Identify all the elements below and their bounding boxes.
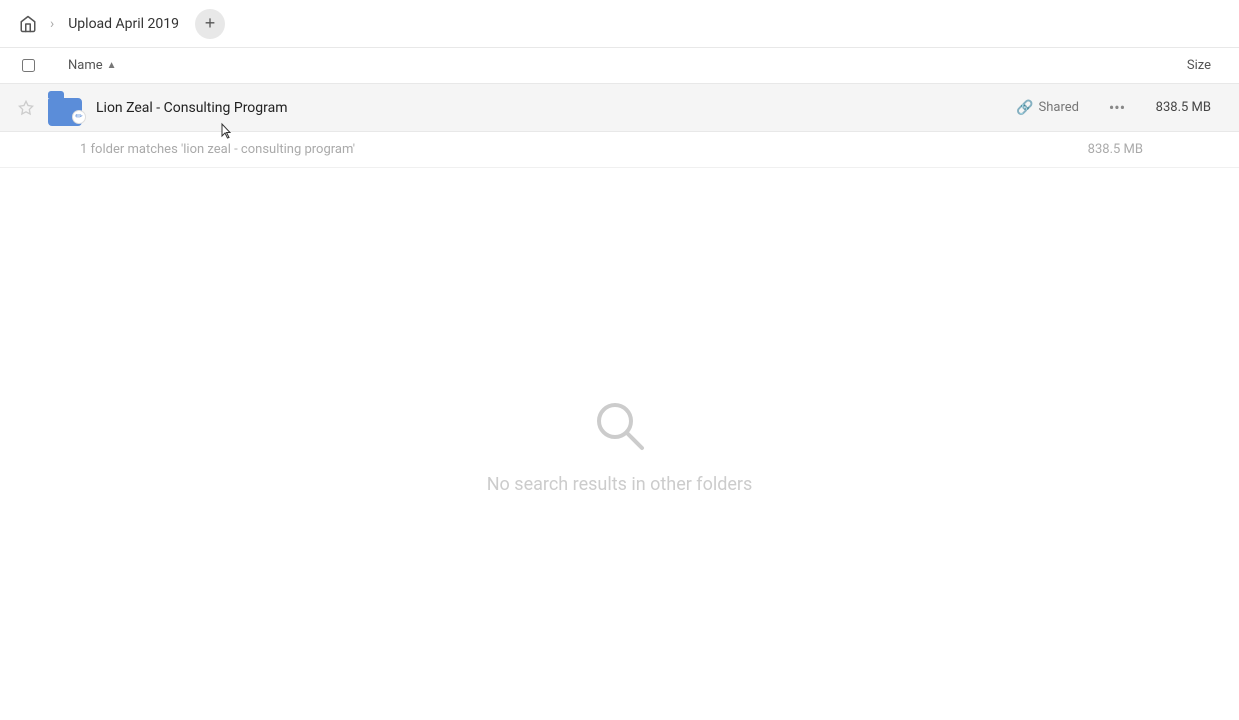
folder-icon: ✏ bbox=[48, 90, 84, 126]
size-column-header: Size bbox=[1127, 58, 1227, 73]
match-info-row: 1 folder matches 'lion zeal - consulting… bbox=[0, 132, 1239, 168]
sort-arrow-icon: ▲ bbox=[107, 60, 117, 71]
shared-badge: 🔗 Shared bbox=[1016, 100, 1079, 116]
home-button[interactable] bbox=[12, 8, 44, 40]
header-checkbox-cell bbox=[12, 59, 44, 72]
add-tab-button[interactable]: + bbox=[195, 9, 225, 39]
name-label: Name bbox=[68, 58, 103, 73]
star-button[interactable] bbox=[12, 94, 40, 122]
select-all-checkbox[interactable] bbox=[22, 59, 35, 72]
ellipsis-icon: ••• bbox=[1109, 98, 1125, 117]
match-size: 838.5 MB bbox=[1088, 142, 1159, 157]
breadcrumb-separator-1: › bbox=[50, 16, 54, 32]
name-column-header[interactable]: Name ▲ bbox=[44, 58, 1127, 73]
more-options-button[interactable]: ••• bbox=[1103, 94, 1131, 122]
column-header-row: Name ▲ Size bbox=[0, 48, 1239, 84]
file-name-label: Lion Zeal - Consulting Program bbox=[92, 100, 1016, 116]
pencil-overlay-icon: ✏ bbox=[72, 110, 86, 124]
match-text: 1 folder matches 'lion zeal - consulting… bbox=[80, 142, 355, 157]
search-empty-icon bbox=[588, 394, 652, 458]
file-row-lion-zeal[interactable]: ✏ Lion Zeal - Consulting Program 🔗 Share… bbox=[0, 84, 1239, 132]
shared-label: Shared bbox=[1039, 100, 1079, 115]
file-size-label: 838.5 MB bbox=[1147, 100, 1227, 115]
link-icon: 🔗 bbox=[1016, 100, 1033, 116]
header: › Upload April 2019 + bbox=[0, 0, 1239, 48]
breadcrumb-upload-april-2019[interactable]: Upload April 2019 bbox=[60, 12, 187, 36]
empty-state: No search results in other folders bbox=[0, 168, 1239, 720]
no-results-text: No search results in other folders bbox=[487, 474, 753, 495]
